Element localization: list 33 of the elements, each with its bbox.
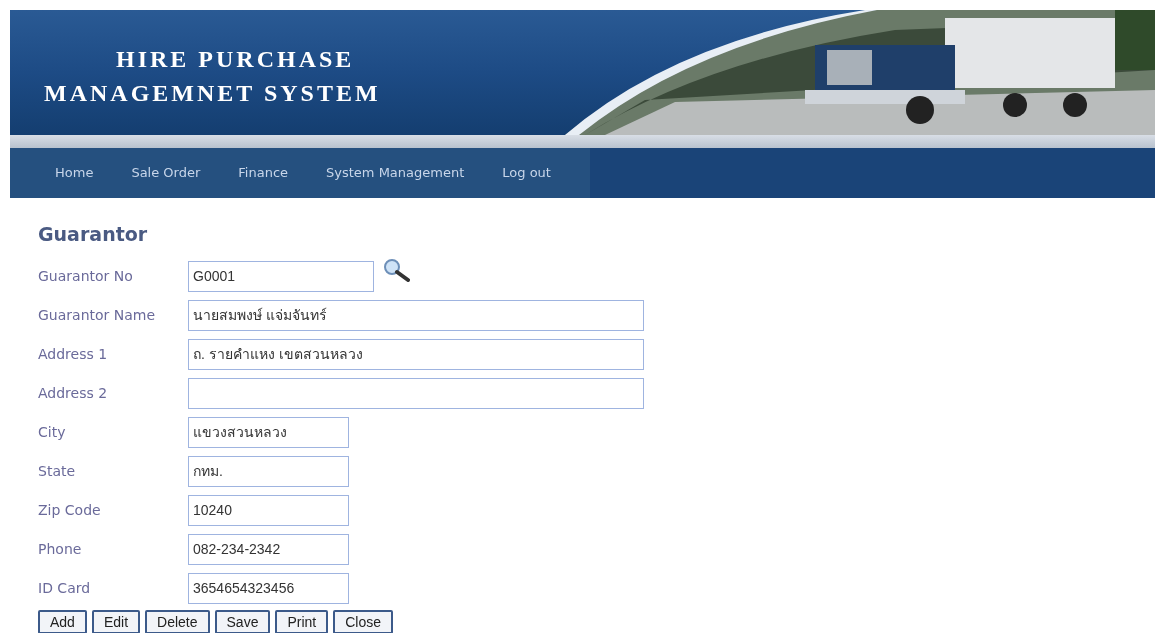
nav-link[interactable]: System Management [307, 163, 484, 183]
field-label: Address 2 [38, 383, 109, 403]
text-field[interactable]: G0001 [188, 260, 374, 292]
form-title: Guarantor [38, 222, 149, 247]
nav-link[interactable]: Finance [219, 163, 308, 183]
text-field[interactable]: 082-234-2342 [188, 533, 349, 565]
field-label: Guarantor No [38, 266, 134, 286]
field-label: Guarantor Name [38, 305, 157, 325]
nav-link[interactable]: Sale Order [112, 163, 220, 183]
form-button[interactable]: Add [38, 609, 87, 633]
field-label: Zip Code [38, 500, 102, 520]
form-button[interactable]: Save [214, 609, 271, 633]
form-button[interactable]: Delete [145, 609, 210, 633]
field-label: ID Card [38, 578, 92, 598]
form-button[interactable]: Print [275, 609, 329, 633]
text-field[interactable]: 3654654323456 [188, 572, 349, 604]
text-field[interactable]: 10240 [188, 494, 349, 526]
text-field[interactable]: แขวงสวนหลวง [188, 416, 349, 448]
text-field[interactable]: ถ. รายคำแหง เขตสวนหลวง [188, 338, 644, 370]
nav-link[interactable]: Home [36, 163, 113, 183]
banner-title: HIRE PURCHASE [115, 44, 356, 74]
form-button[interactable]: Edit [91, 609, 141, 633]
field-label: Phone [38, 539, 83, 559]
field-label: Address 1 [38, 344, 109, 364]
text-field[interactable]: นายสมพงษ์ แจ่มจันทร์ [188, 299, 644, 331]
text-field[interactable] [188, 377, 644, 409]
text-field[interactable]: กทม. [188, 455, 349, 487]
form-button[interactable]: Close [333, 609, 394, 633]
field-label: State [38, 461, 77, 481]
banner-title: MANAGEMNET SYSTEM [44, 78, 381, 108]
nav-link[interactable]: Log out [483, 163, 570, 183]
search-icon[interactable] [382, 258, 410, 282]
field-label: City [38, 422, 67, 442]
